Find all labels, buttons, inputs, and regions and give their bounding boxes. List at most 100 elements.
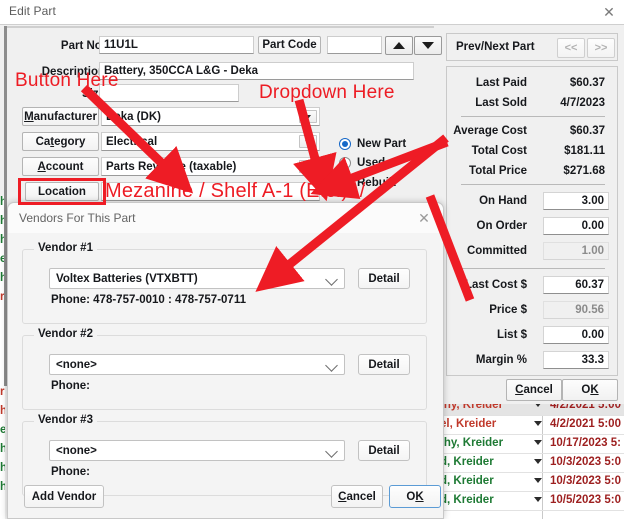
account-button[interactable]: Account: [22, 157, 99, 176]
chevron-down-icon[interactable]: [534, 421, 542, 426]
close-icon[interactable]: ✕: [600, 3, 618, 21]
on-order-input[interactable]: 0.00: [543, 217, 609, 235]
list-price-input[interactable]: 0.00: [543, 326, 609, 344]
account-value: Parts Revenue (taxable): [106, 160, 237, 173]
chevron-down-icon[interactable]: [325, 273, 338, 286]
info-label: Last Paid: [475, 77, 527, 89]
vendors-ok-button[interactable]: OK: [389, 485, 441, 508]
info-row-last-paid: Last Paid $60.37: [447, 73, 619, 95]
radio-new-part-label: New Part: [357, 138, 407, 150]
chevron-down-icon[interactable]: [299, 160, 317, 173]
list-item-date: 10/3/2023 5:0: [550, 456, 621, 468]
radio-used[interactable]: Used: [339, 157, 385, 169]
manufacturer-dropdown[interactable]: Deka (DK): [101, 107, 320, 126]
info-value: $60.37: [569, 77, 605, 89]
vendor-1-dropdown[interactable]: Voltex Batteries (VTXBTT): [49, 268, 345, 289]
form-frame-top: [4, 26, 434, 28]
annotation-location-value: Mezanine / Shelf A-1 (Etc.) \/: [105, 180, 366, 202]
part-code-button-label: Part Code: [262, 39, 317, 51]
info-row-price: Price $ 90.56: [447, 300, 619, 322]
page-title: Edit Part: [9, 4, 56, 18]
ok-button[interactable]: OK: [562, 379, 618, 401]
part-no-input[interactable]: 11U1L: [99, 36, 254, 54]
vendor-1-label: Vendor #1: [34, 242, 97, 254]
chevron-down-icon[interactable]: [534, 497, 542, 502]
list-item-date: 4/2/2021 5:00: [550, 418, 621, 430]
last-cost-input[interactable]: 60.37: [543, 276, 609, 294]
part-no-label: Part No.: [60, 40, 105, 52]
vendor-2-dropdown[interactable]: <none>: [49, 354, 345, 375]
chevron-down-icon[interactable]: [534, 478, 542, 483]
account-button-label: Account: [37, 160, 84, 173]
part-code-button[interactable]: Part Code: [258, 36, 321, 54]
background-list: thy, Kreider 4/2/2021 5:00 el, Kreider 4…: [438, 404, 624, 519]
spinner-up-icon: [393, 42, 405, 49]
prev-part-button[interactable]: <<: [557, 38, 585, 58]
chevron-down-icon[interactable]: [325, 359, 338, 372]
info-row-total-cost: Total Cost $181.11: [447, 141, 619, 163]
chevron-down-icon[interactable]: [534, 404, 542, 407]
vendor-2-detail-button[interactable]: Detail: [358, 354, 410, 375]
info-value: 4/7/2023: [560, 97, 605, 109]
info-row-list: List $ 0.00: [447, 325, 619, 347]
vendors-dialog-title-bar: Vendors For This Part ✕: [8, 203, 443, 233]
close-icon[interactable]: ✕: [415, 209, 433, 227]
chevron-down-icon[interactable]: [325, 445, 338, 458]
info-label: List $: [496, 329, 527, 341]
spinner-down-button[interactable]: [414, 36, 442, 55]
list-item-date: 10/3/2023 5:0: [550, 475, 621, 487]
table-row[interactable]: el, Kreider 4/2/2021 5:00: [438, 415, 624, 435]
chevron-down-icon[interactable]: [534, 459, 542, 464]
on-hand-input[interactable]: 3.00: [543, 192, 609, 210]
vendor-3-detail-button[interactable]: Detail: [358, 440, 410, 461]
size-input[interactable]: [99, 84, 239, 102]
vendors-dialog-body: Vendor #1 Voltex Batteries (VTXBTT) Deta…: [8, 233, 443, 518]
vendors-cancel-label: Cancel: [338, 490, 376, 503]
table-row[interactable]: d, Kreider 10/5/2023 5:0: [438, 491, 624, 511]
margin-input[interactable]: 33.3: [543, 351, 609, 369]
vendor-1-value: Voltex Batteries (VTXBTT): [56, 272, 198, 285]
manufacturer-button-label: Manufacturer: [24, 110, 97, 123]
add-vendor-button[interactable]: Add Vendor: [24, 485, 104, 508]
list-item-name: thy, Kreider: [440, 437, 504, 449]
info-label: Total Cost: [471, 145, 527, 157]
description-input[interactable]: Battery, 350CCA L&G - Deka: [99, 62, 414, 80]
table-row[interactable]: d, Kreider 10/3/2023 5:0: [438, 472, 624, 492]
vendors-dialog-title: Vendors For This Part: [19, 211, 136, 225]
info-label: Committed: [466, 245, 527, 257]
table-row[interactable]: d, Kreider 10/3/2023 5:0: [438, 453, 624, 473]
price-value: 90.56: [543, 301, 609, 319]
vendor-2-label: Vendor #2: [34, 328, 97, 340]
table-row[interactable]: thy, Kreider 10/17/2023 5:: [438, 434, 624, 454]
location-button-highlight: [18, 178, 106, 205]
manufacturer-button[interactable]: Manufacturer: [22, 107, 99, 126]
divider: [461, 116, 605, 117]
ok-button-label: OK: [581, 384, 599, 396]
part-code-input[interactable]: [327, 36, 382, 54]
list-item-date: 4/2/2021 5:00: [550, 404, 621, 411]
info-row-average-cost: Average Cost $60.37: [447, 121, 619, 143]
vendor-3-label: Vendor #3: [34, 414, 97, 426]
vendor-3-dropdown[interactable]: <none>: [49, 440, 345, 461]
next-part-button[interactable]: >>: [587, 38, 615, 58]
vendor-group-1: Vendor #1 Voltex Batteries (VTXBTT) Deta…: [22, 242, 427, 324]
vendor-3-value: <none>: [56, 444, 97, 457]
chevron-down-icon[interactable]: [299, 135, 317, 148]
cancel-button[interactable]: Cancel: [506, 379, 562, 401]
radio-new-part[interactable]: New Part: [339, 138, 406, 150]
list-item-date: 10/17/2023 5:: [550, 437, 621, 449]
list-item-name: d, Kreider: [440, 494, 494, 506]
category-button[interactable]: Category: [22, 132, 99, 151]
chevron-down-icon[interactable]: [534, 440, 542, 445]
spinner-up-button[interactable]: [385, 36, 413, 55]
info-row-on-order: On Order 0.00: [447, 216, 619, 238]
vendor-group-2: Vendor #2 <none> Detail Phone:: [22, 328, 427, 410]
list-item-name: d, Kreider: [440, 475, 494, 487]
category-dropdown[interactable]: Electrical: [101, 132, 320, 151]
vendors-cancel-button[interactable]: Cancel: [331, 485, 383, 508]
chevron-down-icon[interactable]: [299, 110, 317, 123]
vendor-1-phone: Phone: 478-757-0010 : 478-757-0711: [51, 294, 246, 306]
annotation-button-here: Button Here: [15, 70, 119, 91]
vendor-1-detail-button[interactable]: Detail: [358, 268, 410, 289]
account-dropdown[interactable]: Parts Revenue (taxable): [101, 157, 320, 176]
